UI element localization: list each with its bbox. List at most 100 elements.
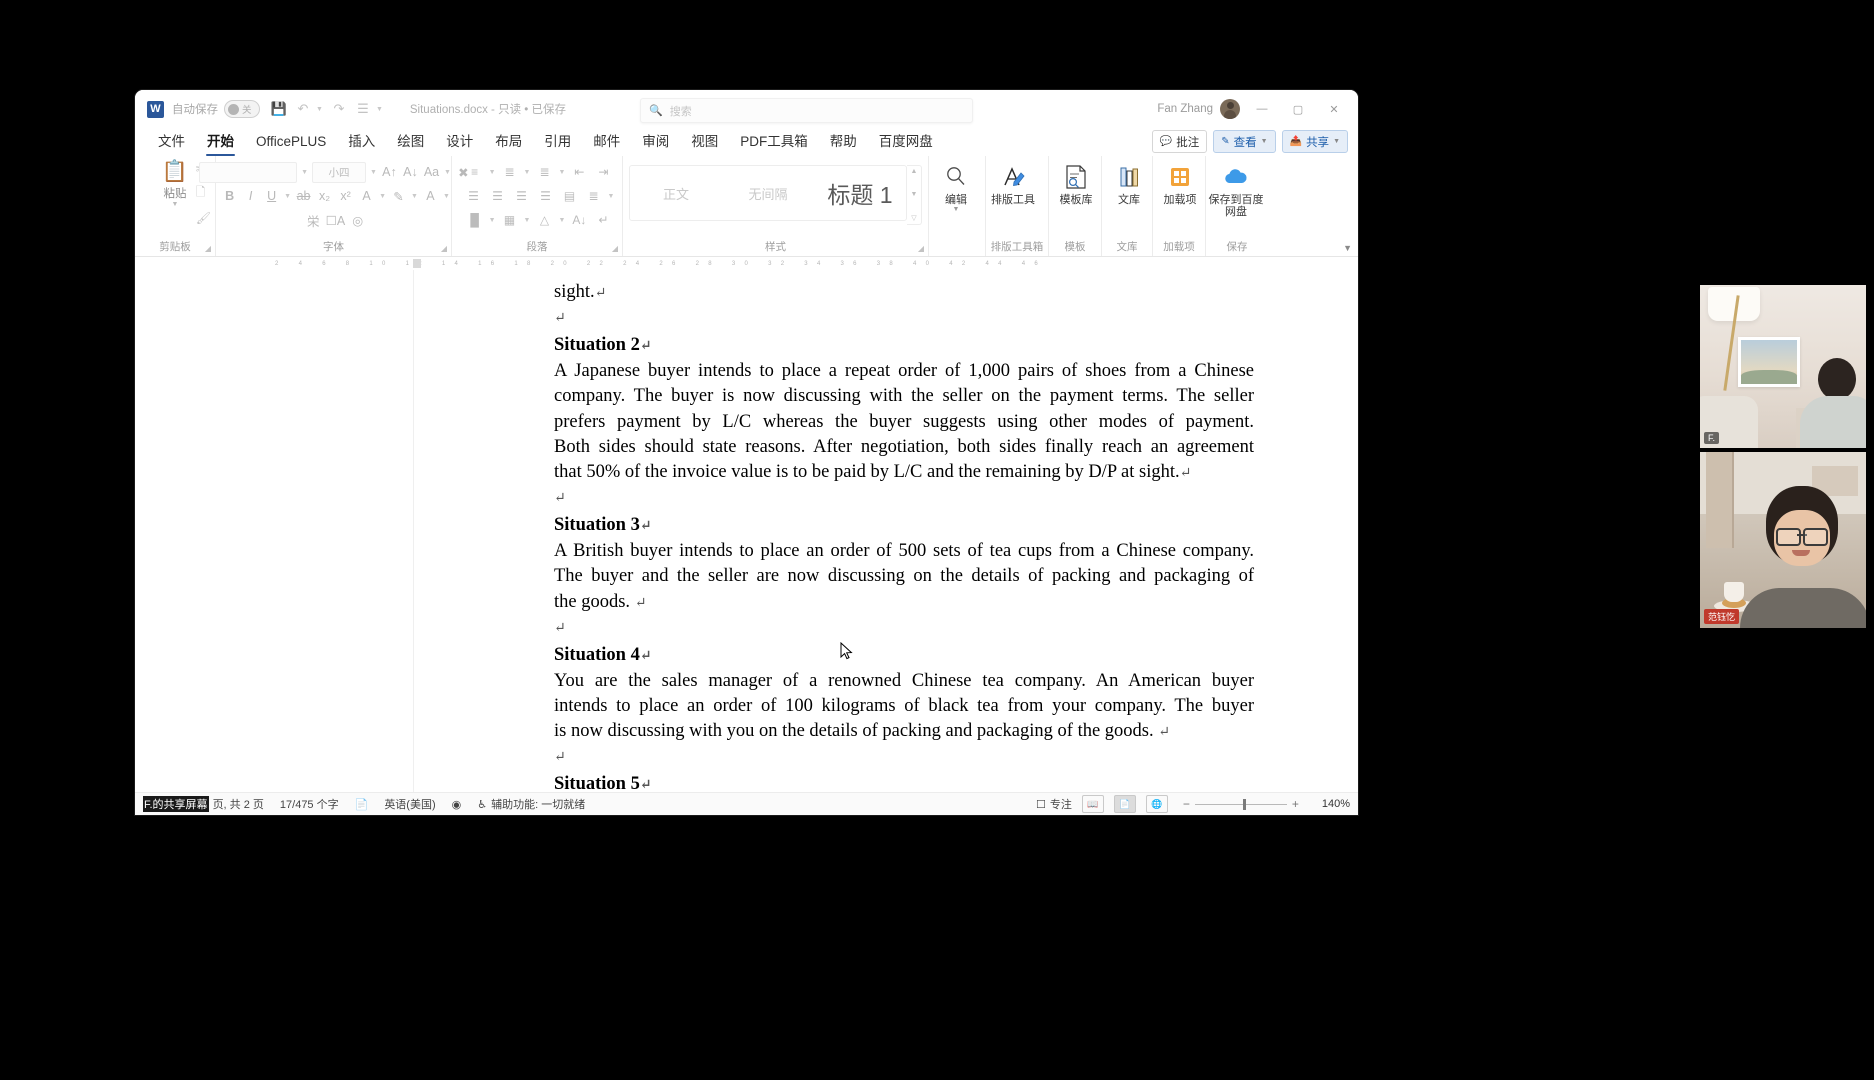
font-dialog-launcher[interactable]: ◢ [441, 244, 447, 253]
style-scroll-down-icon[interactable]: ▼ [911, 191, 918, 198]
paste-button[interactable]: 📋 粘贴 ▼ [162, 160, 188, 208]
bullets-icon[interactable]: ≡ [465, 162, 485, 182]
format-painter-icon[interactable]: 🖌 [196, 211, 211, 225]
align-left-icon[interactable]: ☰ [464, 186, 484, 206]
typeset-tool-button[interactable]: 排版工具 [986, 156, 1040, 206]
redo-icon[interactable]: ↷ [328, 98, 350, 120]
font-color-icon[interactable]: A [422, 186, 439, 206]
word-count[interactable]: 17/475 个字 [280, 796, 339, 812]
bold-icon[interactable]: B [221, 186, 238, 206]
accessibility-status[interactable]: ♿ 辅助功能: 一切就绪 [477, 796, 585, 812]
search-input[interactable]: 🔍 搜索 [640, 98, 973, 123]
tab-file[interactable]: 文件 [147, 129, 196, 155]
clipboard-dialog-launcher[interactable]: ◢ [205, 244, 211, 253]
comment-button[interactable]: 💬 批注 [1151, 130, 1208, 153]
minimize-button[interactable]: — [1244, 94, 1280, 124]
document-canvas[interactable]: sight.↵ ↵ Situation 2↵ A Japanese buyer … [135, 270, 1358, 793]
borders-icon[interactable]: ▦ [500, 210, 520, 230]
style-scroll-up-icon[interactable]: ▲ [911, 168, 918, 175]
tab-officeplus[interactable]: OfficePLUS [245, 129, 337, 155]
font-color-chevron-down-icon[interactable]: ▼ [443, 193, 450, 200]
shading-icon[interactable]: █ [465, 210, 485, 230]
text-direction-icon[interactable]: △ [534, 210, 554, 230]
document-page[interactable]: sight.↵ ↵ Situation 2↵ A Japanese buyer … [413, 270, 1294, 793]
page-indicator[interactable]: F.的共享屏幕 页, 共 2 页 [143, 796, 264, 812]
video-tile-2[interactable]: 范钰忔 [1700, 452, 1866, 628]
tab-baidu-netdisk[interactable]: 百度网盘 [868, 129, 944, 155]
list-icon[interactable]: ☰ [352, 98, 374, 120]
underline-icon[interactable]: U [263, 186, 280, 206]
undo-caret-icon[interactable]: ▼ [316, 106, 323, 113]
focus-mode-button[interactable]: ☐ 专注 [1036, 796, 1072, 812]
tab-references[interactable]: 引用 [533, 129, 582, 155]
shrink-font-icon[interactable]: A↓ [402, 162, 419, 182]
numbering-icon[interactable]: ≣ [500, 162, 520, 182]
zoom-track[interactable] [1194, 798, 1287, 810]
tab-review[interactable]: 审阅 [631, 129, 680, 155]
library-button[interactable]: 文库 [1102, 156, 1156, 206]
zoom-in-button[interactable]: + [1292, 797, 1299, 811]
video-tile-1[interactable]: F. [1700, 285, 1866, 448]
zoom-out-button[interactable]: − [1183, 797, 1190, 811]
save-to-netdisk-button[interactable]: 保存到百度网盘 [1206, 156, 1266, 218]
quick-access-more-icon[interactable]: ▼ [376, 106, 383, 113]
zoom-slider[interactable]: − + [1178, 797, 1304, 811]
show-formatting-marks-icon[interactable]: ↵ [593, 210, 613, 230]
numbering-chevron-down-icon[interactable]: ▼ [524, 169, 531, 176]
shading-chevron-down-icon[interactable]: ▼ [489, 217, 496, 224]
grow-font-icon[interactable]: A↑ [381, 162, 398, 182]
web-view-icon[interactable]: 🌐 [1145, 795, 1168, 813]
proofing-icon[interactable]: 📄 [355, 798, 369, 811]
change-case-icon[interactable]: Aa [423, 162, 440, 182]
language-indicator[interactable]: 英语(美国) [384, 796, 435, 812]
tab-layout[interactable]: 布局 [484, 129, 533, 155]
read-view-icon[interactable]: 📖 [1081, 795, 1104, 813]
sort-icon[interactable]: A↓ [569, 210, 589, 230]
highlight-chevron-down-icon[interactable]: ▼ [411, 193, 418, 200]
document-title[interactable]: Situations.docx - 只读 • 已保存 [410, 101, 566, 117]
change-case-chevron-down-icon[interactable]: ▼ [444, 169, 451, 176]
style-gallery-more-icon[interactable]: ▽ [911, 214, 916, 222]
tab-view[interactable]: 视图 [680, 129, 729, 155]
bullets-chevron-down-icon[interactable]: ▼ [489, 169, 496, 176]
align-center-icon[interactable]: ☰ [488, 186, 508, 206]
text-direction-chevron-down-icon[interactable]: ▼ [558, 217, 565, 224]
underline-chevron-down-icon[interactable]: ▼ [284, 193, 291, 200]
text-effects-chevron-down-icon[interactable]: ▼ [379, 193, 386, 200]
close-button[interactable]: ✕ [1316, 94, 1352, 124]
editing-button[interactable]: 编辑 ▼ [929, 156, 983, 213]
line-spacing-icon[interactable]: ≣ [584, 186, 604, 206]
enclose-characters-icon[interactable]: ◎ [349, 210, 366, 230]
copy-icon[interactable]: 🗋 [196, 183, 211, 204]
tab-pdf-toolbox[interactable]: PDF工具箱 [729, 129, 819, 155]
autosave-toggle[interactable]: 关 [224, 100, 260, 118]
document-text[interactable]: sight.↵ ↵ Situation 2↵ A Japanese buyer … [414, 270, 1294, 793]
print-view-icon[interactable]: 📄 [1113, 795, 1136, 813]
italic-icon[interactable]: I [242, 186, 259, 206]
avatar[interactable] [1220, 99, 1240, 119]
style-gallery-scroll[interactable]: ▲ ▼ ▽ [907, 165, 922, 225]
font-size-input[interactable]: 小四 [312, 161, 367, 183]
addin-button[interactable]: 加载项 [1153, 156, 1207, 206]
font-name-chevron-down-icon[interactable]: ▼ [301, 169, 308, 176]
increase-indent-icon[interactable]: ⇥ [593, 162, 613, 182]
line-spacing-chevron-down-icon[interactable]: ▼ [608, 193, 615, 200]
text-effects-icon[interactable]: A [358, 186, 375, 206]
subscript-icon[interactable]: x₂ [316, 186, 333, 206]
ruler-indent-marker[interactable] [413, 259, 421, 268]
tab-insert[interactable]: 插入 [337, 129, 386, 155]
justify-icon[interactable]: ☰ [536, 186, 556, 206]
tab-design[interactable]: 设计 [435, 129, 484, 155]
multilevel-list-icon[interactable]: ≣ [534, 162, 554, 182]
styles-dialog-launcher[interactable]: ◢ [918, 244, 924, 253]
zoom-knob[interactable] [1242, 798, 1246, 810]
zoom-level[interactable]: 140% [1322, 798, 1350, 810]
align-right-icon[interactable]: ☰ [512, 186, 532, 206]
borders-chevron-down-icon[interactable]: ▼ [524, 217, 531, 224]
tab-home[interactable]: 开始 [196, 129, 245, 156]
account-area[interactable]: Fan Zhang [1157, 99, 1240, 119]
tab-mailings[interactable]: 邮件 [582, 129, 631, 155]
template-library-button[interactable]: 模板库 [1049, 156, 1103, 206]
decrease-indent-icon[interactable]: ⇤ [569, 162, 589, 182]
highlight-color-icon[interactable]: ✎ [390, 186, 407, 206]
